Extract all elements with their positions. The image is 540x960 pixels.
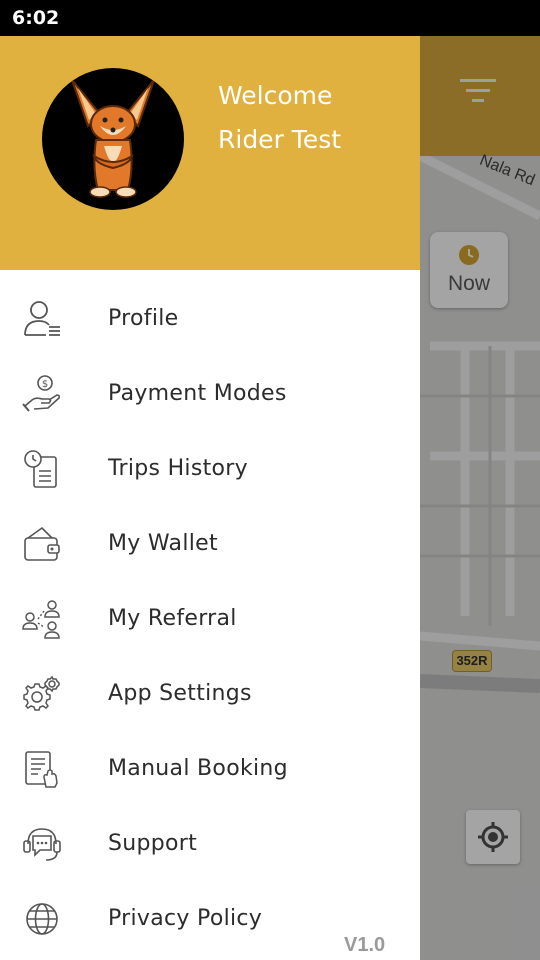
menu-item-my-referral[interactable]: My Referral xyxy=(0,580,420,655)
navigation-drawer: Welcome Rider Test Profile $ Payment Mod… xyxy=(0,36,420,960)
status-bar: 6:02 xyxy=(0,0,540,36)
referral-icon xyxy=(22,600,60,639)
svg-text:$: $ xyxy=(42,379,48,390)
payment-icon: $ xyxy=(22,375,61,412)
status-time: 6:02 xyxy=(12,7,60,29)
menu-item-my-wallet[interactable]: My Wallet xyxy=(0,505,420,580)
menu-item-profile[interactable]: Profile xyxy=(0,280,420,355)
menu-label-manual-booking: Manual Booking xyxy=(108,756,288,781)
menu-item-support[interactable]: Support xyxy=(0,805,420,880)
now-button[interactable]: Now xyxy=(430,232,508,308)
menu-label-support: Support xyxy=(108,831,198,856)
user-name: Rider Test xyxy=(218,125,342,154)
menu-label-trips-history: Trips History xyxy=(108,456,248,481)
avatar[interactable] xyxy=(42,68,184,210)
app-version: V1.0 xyxy=(344,934,386,956)
drawer-menu: Profile $ Payment Modes Trips History My… xyxy=(0,280,420,955)
menu-label-my-referral: My Referral xyxy=(108,606,237,631)
welcome-text: Welcome xyxy=(218,81,333,110)
my-location-button[interactable] xyxy=(466,810,520,864)
menu-item-app-settings[interactable]: App Settings xyxy=(0,655,420,730)
profile-icon xyxy=(24,301,60,336)
menu-label-profile: Profile xyxy=(108,306,179,331)
wallet-icon xyxy=(24,526,60,561)
crosshair-icon xyxy=(478,822,508,852)
menu-label-my-wallet: My Wallet xyxy=(108,531,218,556)
menu-item-manual-booking[interactable]: Manual Booking xyxy=(0,730,420,805)
menu-label-app-settings: App Settings xyxy=(108,681,252,706)
menu-label-payment-modes: Payment Modes xyxy=(108,381,287,406)
fox-avatar-image xyxy=(71,79,155,198)
clock-icon xyxy=(459,245,479,265)
menu-item-payment-modes[interactable]: $ Payment Modes xyxy=(0,355,420,430)
drawer-header: Welcome Rider Test xyxy=(0,36,420,270)
globe-icon xyxy=(26,903,58,935)
support-icon xyxy=(23,828,61,861)
now-label: Now xyxy=(447,272,490,295)
menu-label-privacy-policy: Privacy Policy xyxy=(108,906,263,931)
settings-icon xyxy=(23,675,60,711)
menu-item-trips-history[interactable]: Trips History xyxy=(0,430,420,505)
manual-booking-icon xyxy=(25,751,58,788)
trips-history-icon xyxy=(24,450,57,488)
